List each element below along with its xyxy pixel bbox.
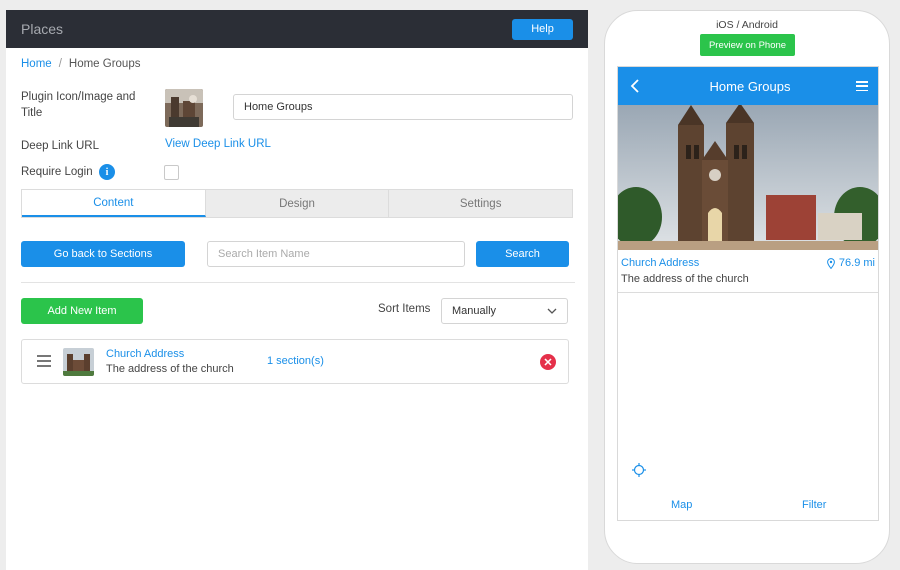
item-subtitle: The address of the church <box>106 363 234 375</box>
breadcrumb-separator: / <box>58 58 62 70</box>
crosshair-icon[interactable] <box>632 463 646 477</box>
help-button[interactable]: Help <box>512 18 573 40</box>
drag-handle-icon[interactable] <box>37 355 51 367</box>
place-distance-value: 76.9 mi <box>838 257 875 269</box>
search-button[interactable]: Search <box>476 241 569 267</box>
phone-screen: Home Groups Church Address 76.9 mi The a… <box>617 66 879 521</box>
nav-map[interactable]: Map <box>671 499 692 511</box>
item-title[interactable]: Church Address <box>106 348 184 360</box>
plugin-title-input[interactable]: Home Groups <box>233 94 573 120</box>
panel-title: Places <box>21 21 64 37</box>
sort-items-select[interactable]: Manually <box>441 298 568 324</box>
section-divider <box>21 282 575 283</box>
require-login-label: Require Login <box>21 166 93 178</box>
nav-filter[interactable]: Filter <box>802 499 826 511</box>
tab-bar: Content Design Settings <box>21 189 573 218</box>
list-item[interactable]: Church Address The address of the church… <box>21 339 569 384</box>
phone-preview: iOS / Android Preview on Phone Home Grou… <box>604 10 890 564</box>
search-input[interactable]: Search Item Name <box>207 241 465 267</box>
tab-settings[interactable]: Settings <box>389 190 573 217</box>
sort-items-value: Manually <box>452 305 497 317</box>
place-distance: 76.9 mi <box>827 257 875 269</box>
place-title[interactable]: Church Address <box>621 257 699 269</box>
editor-panel: Places Help Home / Home Groups Plugin Ic… <box>6 10 588 570</box>
app-title: Home Groups <box>709 78 791 94</box>
view-deep-link[interactable]: View Deep Link URL <box>165 138 271 150</box>
tab-design[interactable]: Design <box>205 190 390 217</box>
plugin-image-thumbnail[interactable] <box>165 89 203 127</box>
place-divider <box>618 292 878 293</box>
info-icon[interactable]: i <box>99 164 115 180</box>
place-address: The address of the church <box>621 273 749 285</box>
sort-items-label: Sort Items <box>378 303 431 315</box>
tab-content[interactable]: Content <box>22 190 206 217</box>
delete-icon[interactable]: ✕ <box>540 354 556 370</box>
place-hero-image <box>618 105 878 250</box>
panel-header: Places Help <box>6 10 588 48</box>
back-arrow-icon[interactable] <box>628 78 644 94</box>
chevron-down-icon <box>547 308 557 314</box>
require-login-checkbox[interactable] <box>164 165 179 180</box>
plugin-icon-label: Plugin Icon/Image and Title <box>21 91 136 119</box>
location-pin-icon <box>827 257 835 269</box>
go-back-to-sections-button[interactable]: Go back to Sections <box>21 241 185 267</box>
breadcrumb-home-link[interactable]: Home <box>21 58 52 70</box>
item-thumbnail <box>63 348 94 376</box>
add-new-item-button[interactable]: Add New Item <box>21 298 143 324</box>
app-header: Home Groups <box>618 67 878 105</box>
preview-on-phone-button[interactable]: Preview on Phone <box>700 34 795 56</box>
platform-label: iOS / Android <box>716 19 778 31</box>
breadcrumb-current: Home Groups <box>68 58 141 70</box>
item-sections-link[interactable]: 1 section(s) <box>267 355 324 367</box>
deep-link-label: Deep Link URL <box>21 140 99 152</box>
breadcrumb: Home / Home Groups <box>21 58 140 70</box>
menu-icon[interactable] <box>855 81 868 91</box>
